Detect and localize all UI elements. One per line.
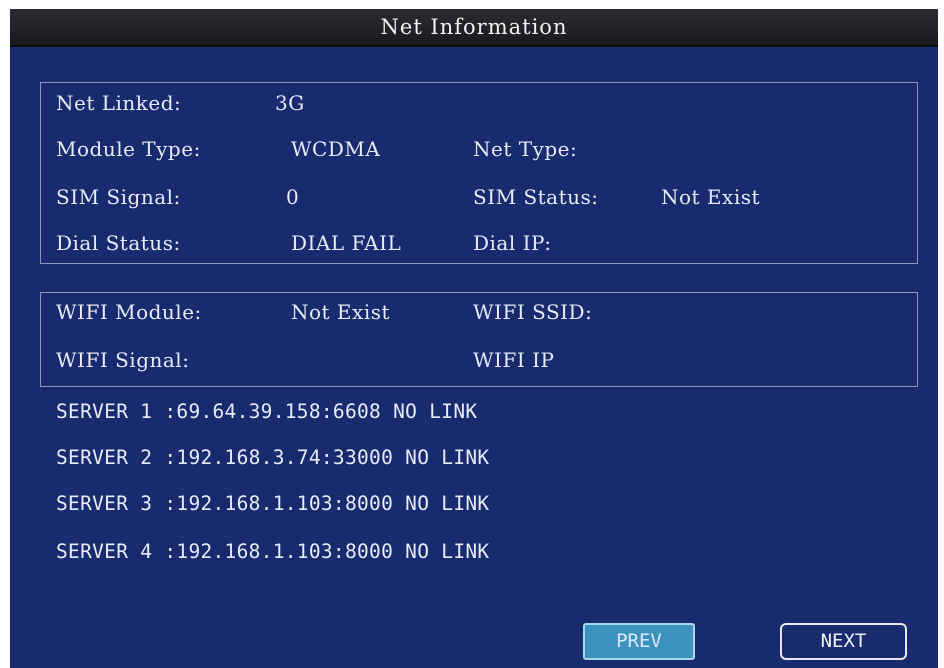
sim-signal-label: SIM Signal: [56,185,181,209]
server-3-status: SERVER 3 :192.168.1.103:8000 NO LINK [56,492,490,515]
wifi-module-value: Not Exist [291,300,391,324]
dial-status-value: DIAL FAIL [291,231,402,255]
next-button[interactable]: NEXT [780,623,907,660]
net-type-label: Net Type: [473,137,578,161]
net-linked-value: 3G [275,91,305,115]
dial-status-label: Dial Status: [56,231,181,255]
sim-signal-value: 0 [286,185,300,209]
server-4-status: SERVER 4 :192.168.1.103:8000 NO LINK [56,540,490,563]
server-1-status: SERVER 1 :69.64.39.158:6608 NO LINK [56,400,478,423]
sim-status-value: Not Exist [661,185,761,209]
net-linked-label: Net Linked: [56,91,182,115]
module-type-value: WCDMA [291,137,381,161]
sim-status-label: SIM Status: [473,185,599,209]
prev-button[interactable]: PREV [583,623,695,660]
net-information-screen: Net Information Net Linked: 3G Module Ty… [10,9,938,668]
wifi-signal-label: WIFI Signal: [56,348,190,372]
server-2-status: SERVER 2 :192.168.3.74:33000 NO LINK [56,446,490,469]
wifi-ip-label: WIFI IP [473,348,555,372]
window-title: Net Information [380,15,568,39]
wifi-module-label: WIFI Module: [56,300,202,324]
title-bar: Net Information [10,9,938,47]
dial-ip-label: Dial IP: [473,231,552,255]
wifi-ssid-label: WIFI SSID: [473,300,593,324]
module-type-label: Module Type: [56,137,201,161]
